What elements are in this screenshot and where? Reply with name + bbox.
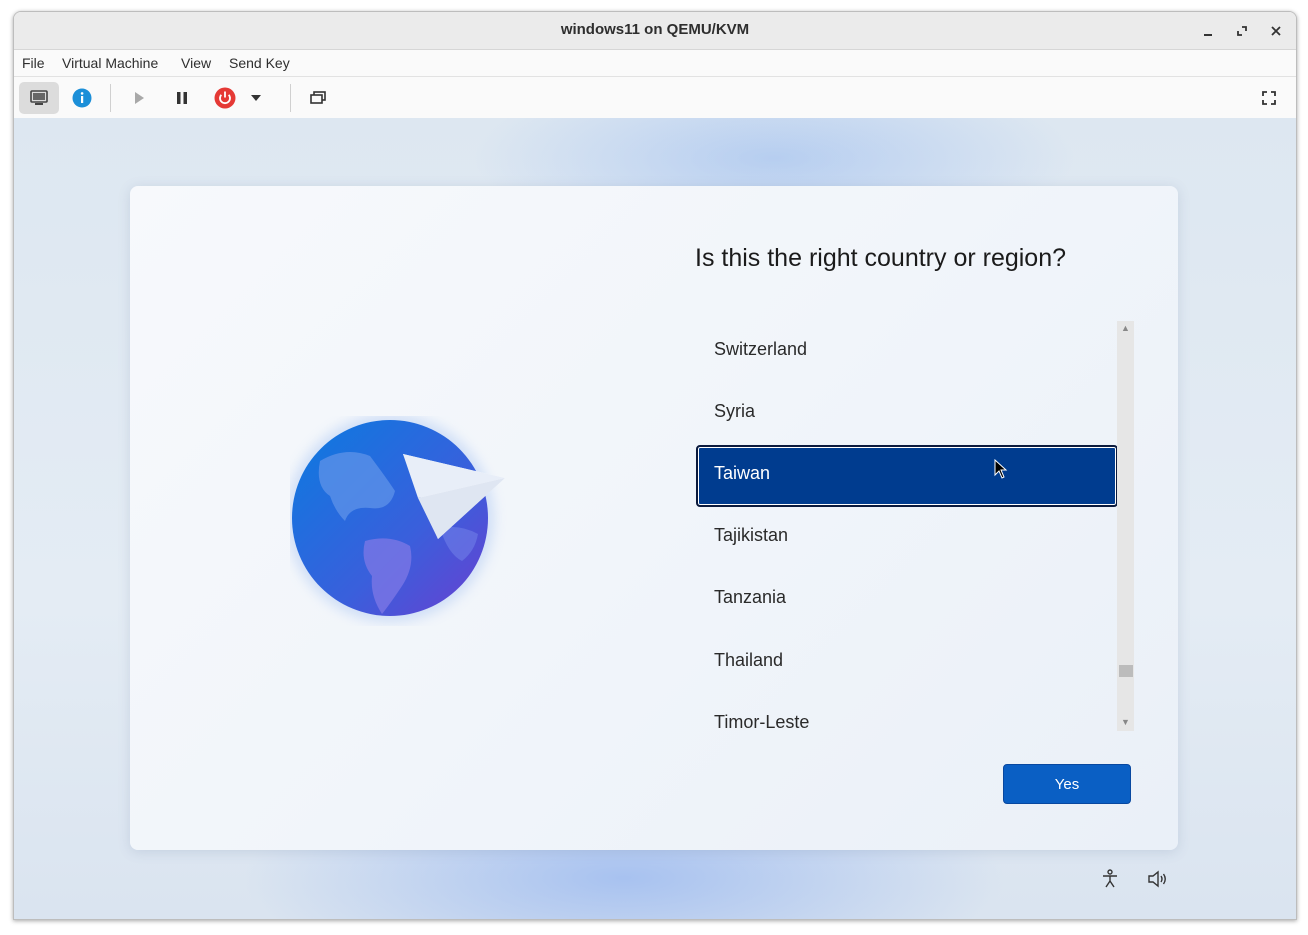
volume-button[interactable]	[1146, 867, 1170, 891]
toolbar-separator	[110, 84, 111, 112]
fullscreen-button[interactable]	[1249, 82, 1289, 114]
list-item-selected[interactable]: Taiwan	[696, 445, 1118, 507]
toolbar-separator	[290, 84, 291, 112]
accessibility-icon	[1103, 869, 1117, 888]
list-item-label: Taiwan	[714, 463, 771, 483]
globe-icon	[290, 416, 505, 622]
list-scrollbar[interactable]: ▲ ▼	[1117, 321, 1134, 731]
scrollbar-thumb[interactable]	[1119, 665, 1133, 677]
volume-icon	[1148, 870, 1166, 888]
snapshot-icon	[310, 91, 326, 104]
menu-virtual-machine[interactable]: Virtual Machine	[62, 55, 158, 71]
title-bar: windows11 on QEMU/KVM	[14, 12, 1296, 50]
snapshots-button[interactable]	[298, 82, 338, 114]
restore-icon	[1237, 26, 1247, 36]
shutdown-menu-button[interactable]	[244, 82, 268, 114]
dropdown-icon	[251, 95, 261, 101]
close-icon	[1271, 26, 1281, 36]
vm-display[interactable]: Is this the right country or region? Swi…	[14, 118, 1296, 919]
details-button[interactable]	[62, 82, 102, 114]
fullscreen-icon	[1262, 91, 1276, 105]
console-icon	[30, 90, 48, 105]
shutdown-button[interactable]	[205, 82, 245, 114]
mouse-cursor-icon	[994, 459, 1008, 479]
run-button[interactable]	[119, 82, 159, 114]
list-item[interactable]: Tanzania	[696, 569, 1116, 629]
list-item[interactable]: Syria	[696, 383, 1116, 443]
list-item[interactable]: Tajikistan	[696, 507, 1116, 567]
list-item-label: Timor-Leste	[714, 712, 810, 731]
list-item[interactable]: Thailand	[696, 632, 1116, 692]
oobe-card: Is this the right country or region? Swi…	[130, 186, 1178, 850]
accessibility-button[interactable]	[1098, 867, 1122, 891]
list-item-label: Switzerland	[714, 339, 808, 359]
list-item-label: Thailand	[714, 650, 784, 670]
list-item-label: Tajikistan	[714, 525, 789, 545]
close-button[interactable]	[1265, 20, 1287, 42]
minimize-button[interactable]	[1197, 20, 1219, 42]
pause-button[interactable]	[162, 82, 202, 114]
menu-send-key[interactable]: Send Key	[229, 55, 290, 71]
play-icon	[135, 92, 144, 104]
pause-icon	[177, 92, 187, 104]
window-title: windows11 on QEMU/KVM	[560, 21, 750, 38]
toolbar	[14, 77, 1296, 119]
list-item-label: Tanzania	[714, 587, 787, 607]
scroll-down-icon[interactable]: ▼	[1117, 715, 1134, 729]
page-title: Is this the right country or region?	[695, 244, 1067, 272]
list-item[interactable]: Timor-Leste	[696, 694, 1116, 731]
list-item-label: Syria	[714, 401, 756, 421]
menu-view[interactable]: View	[181, 55, 211, 71]
vm-window: windows11 on QEMU/KVM File Virtual Machi…	[13, 11, 1297, 920]
maximize-button[interactable]	[1231, 20, 1253, 42]
scroll-up-icon[interactable]: ▲	[1117, 321, 1134, 335]
list-item[interactable]: Switzerland	[696, 321, 1116, 381]
country-list[interactable]: Switzerland Syria Taiwan Tajikistan Tanz…	[696, 321, 1118, 731]
minimize-icon	[1204, 34, 1212, 36]
yes-button[interactable]: Yes	[1003, 764, 1131, 804]
info-icon	[72, 88, 92, 108]
menu-bar: File Virtual Machine View Send Key	[14, 50, 1296, 77]
console-button[interactable]	[19, 82, 59, 114]
menu-file[interactable]: File	[22, 55, 45, 71]
power-icon	[214, 87, 236, 109]
